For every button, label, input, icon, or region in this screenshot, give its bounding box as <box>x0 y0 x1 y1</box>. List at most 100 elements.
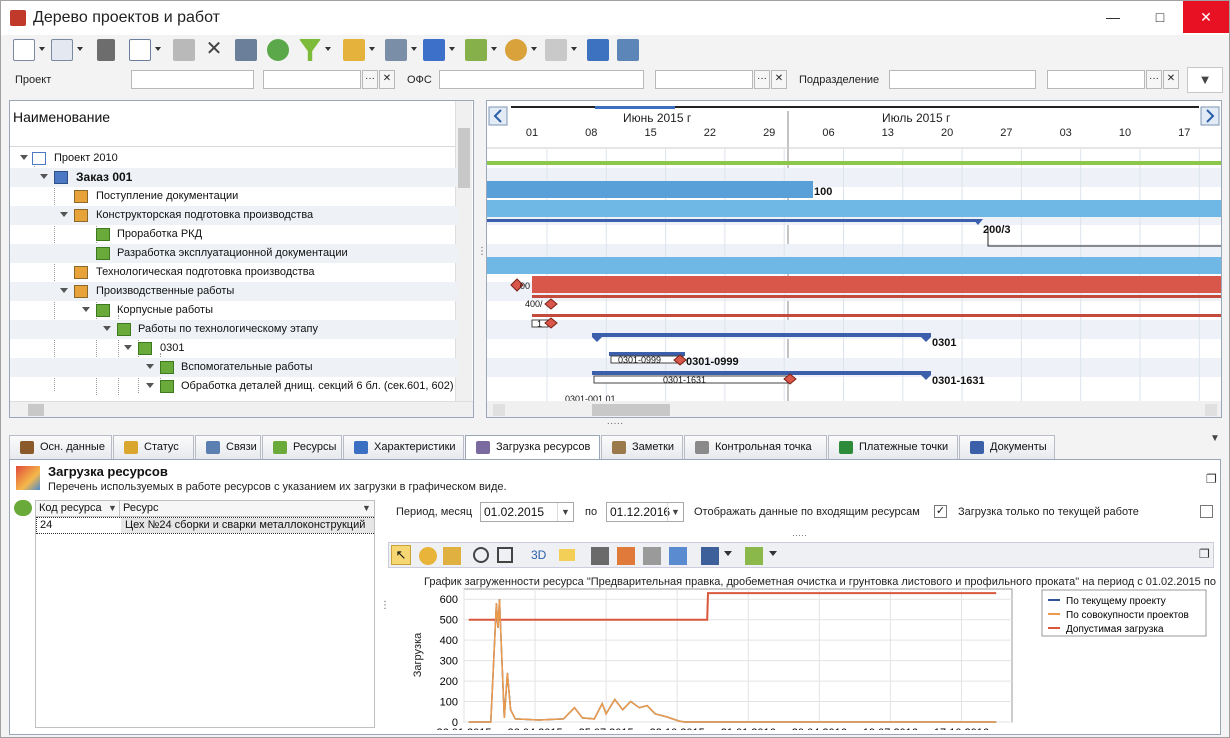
maximize-button[interactable]: □ <box>1137 1 1183 33</box>
gantt-bar-project[interactable] <box>487 161 1222 165</box>
chevron-down-icon[interactable]: ▼ <box>557 503 573 521</box>
tab-1[interactable]: Осн. данные <box>9 435 112 459</box>
chart-wizard-icon[interactable] <box>617 547 635 565</box>
maximize-chart-icon[interactable]: ❐ <box>1199 547 1210 561</box>
lock-icon[interactable] <box>343 39 365 61</box>
show-incoming-checkbox[interactable]: ✓ <box>934 505 947 518</box>
export-icon[interactable] <box>745 547 763 565</box>
tab-9[interactable]: Платежные точки <box>828 435 958 459</box>
division-filter-browse-button[interactable]: ··· <box>1146 70 1162 89</box>
gantt-prev-button[interactable] <box>488 106 508 126</box>
gantt-scroll-left[interactable] <box>493 404 505 416</box>
project-filter-clear-button[interactable]: ✕ <box>379 70 395 89</box>
edit-icon[interactable] <box>129 39 151 61</box>
tree-row-work[interactable]: Вспомогательные работы <box>10 358 458 377</box>
gantt-scroll-right[interactable] <box>1205 404 1217 416</box>
gantt-bar-work[interactable] <box>487 200 1222 217</box>
tools-dropdown-icon[interactable] <box>411 47 417 51</box>
maximize-panel-icon[interactable]: ❐ <box>1206 472 1217 486</box>
new-dropdown-icon[interactable] <box>39 47 45 51</box>
column-filter-icon[interactable]: ▼ <box>108 503 117 513</box>
tree-row-work[interactable]: Конструкторская подготовка производства <box>10 206 458 225</box>
tree-row-work[interactable]: Корпусные работы <box>10 301 458 320</box>
project-filter-input[interactable] <box>131 70 254 89</box>
gantt-bar-summary[interactable] <box>487 219 978 222</box>
refresh-icon[interactable] <box>267 39 289 61</box>
division-filter-input[interactable] <box>889 70 1036 89</box>
expand-icon[interactable] <box>146 364 154 369</box>
edit-dropdown-icon[interactable] <box>155 47 161 51</box>
wand-dropdown-icon[interactable] <box>571 47 577 51</box>
refresh-grid-icon[interactable] <box>14 500 32 516</box>
expand-icon[interactable] <box>103 326 111 331</box>
table-row[interactable]: 24 Цех №24 сборки и сварки металлоконстр… <box>36 517 374 534</box>
splitter-handle[interactable]: ⋮ <box>477 247 487 269</box>
clock-dropdown-icon[interactable] <box>531 47 537 51</box>
tree-row-work[interactable]: Проработка РКД <box>10 225 458 244</box>
book-icon[interactable] <box>617 39 639 61</box>
ofs-filter-value[interactable] <box>655 70 753 89</box>
tab-4[interactable]: Ресурсы <box>262 435 342 459</box>
splitter-handle-horizontal[interactable]: ····· <box>605 419 625 429</box>
print-icon[interactable] <box>173 39 195 61</box>
expand-icon[interactable] <box>20 155 28 160</box>
preview-icon[interactable] <box>669 547 687 565</box>
lock-dropdown-icon[interactable] <box>369 47 375 51</box>
chevron-down-icon[interactable]: ▼ <box>667 503 683 521</box>
filter-icon[interactable] <box>299 39 321 61</box>
column-filter-icon[interactable]: ▼ <box>362 503 371 513</box>
tree-row-work[interactable]: Производственные работы <box>10 282 458 301</box>
splitter-handle[interactable]: ····· <box>792 530 807 540</box>
division-filter-value[interactable] <box>1047 70 1145 89</box>
grid-header-resource[interactable]: Ресурс <box>120 501 374 517</box>
new-document-icon[interactable] <box>13 39 35 61</box>
wand-icon[interactable] <box>545 39 567 61</box>
tab-7[interactable]: Заметки <box>601 435 683 459</box>
chart-options-icon[interactable] <box>591 547 609 565</box>
tree-row-work[interactable]: Технологическая подготовка производства <box>10 263 458 282</box>
zoom-icon[interactable] <box>473 547 489 563</box>
period-from-select[interactable]: 01.02.2015 ▼ <box>480 502 574 522</box>
3d-toggle-button[interactable]: 3D <box>531 548 546 562</box>
save-dropdown-icon[interactable] <box>724 551 732 556</box>
filter-dropdown-icon[interactable] <box>325 47 331 51</box>
tabs-overflow-icon[interactable]: ▼ <box>1210 433 1220 444</box>
delete-icon[interactable] <box>97 39 115 61</box>
tree-row-order[interactable]: Заказ 001 <box>10 168 458 187</box>
ofs-filter-input[interactable] <box>439 70 644 89</box>
tools-icon[interactable] <box>385 39 407 61</box>
rotate-icon[interactable] <box>419 547 437 565</box>
gantt-bar-0301[interactable] <box>592 333 931 337</box>
tab-6[interactable]: Загрузка ресурсов <box>465 435 600 460</box>
tab-3[interactable]: Связи <box>195 435 261 459</box>
tree-row-work[interactable]: 0301 <box>10 339 458 358</box>
tab-8[interactable]: Контрольная точка <box>684 435 827 459</box>
tree-row-work[interactable]: Разработка эксплуатационной документации <box>10 244 458 263</box>
cancel-icon[interactable]: ✕ <box>203 39 225 61</box>
print-chart-icon[interactable] <box>643 547 661 565</box>
chart-icon[interactable] <box>423 39 445 61</box>
only-current-checkbox[interactable] <box>1200 505 1213 518</box>
timeline-thumb[interactable] <box>595 106 675 109</box>
gantt-bar-production[interactable] <box>532 276 1222 293</box>
map-dropdown-icon[interactable] <box>491 47 497 51</box>
copy-icon[interactable] <box>51 39 73 61</box>
save-icon[interactable] <box>235 39 257 61</box>
export-dropdown-icon[interactable] <box>769 551 777 556</box>
tree-row-project[interactable]: Проект 2010 <box>10 149 458 168</box>
chart-dropdown-icon[interactable] <box>449 47 455 51</box>
gantt-bar-order[interactable] <box>487 181 813 198</box>
tab-10[interactable]: Документы <box>959 435 1055 459</box>
gantt-next-button[interactable] <box>1200 106 1220 126</box>
tab-2[interactable]: Статус <box>113 435 194 459</box>
save-chart-icon[interactable] <box>701 547 719 565</box>
ofs-filter-browse-button[interactable]: ··· <box>754 70 770 89</box>
pan-icon[interactable] <box>443 547 461 565</box>
expand-icon[interactable] <box>82 307 90 312</box>
copy-dropdown-icon[interactable] <box>77 47 83 51</box>
expand-icon[interactable] <box>40 174 48 179</box>
close-button[interactable]: ✕ <box>1183 1 1229 33</box>
project-filter-browse-button[interactable]: ··· <box>362 70 378 89</box>
tree-horizontal-scrollbar[interactable] <box>10 401 473 417</box>
form-icon[interactable] <box>587 39 609 61</box>
